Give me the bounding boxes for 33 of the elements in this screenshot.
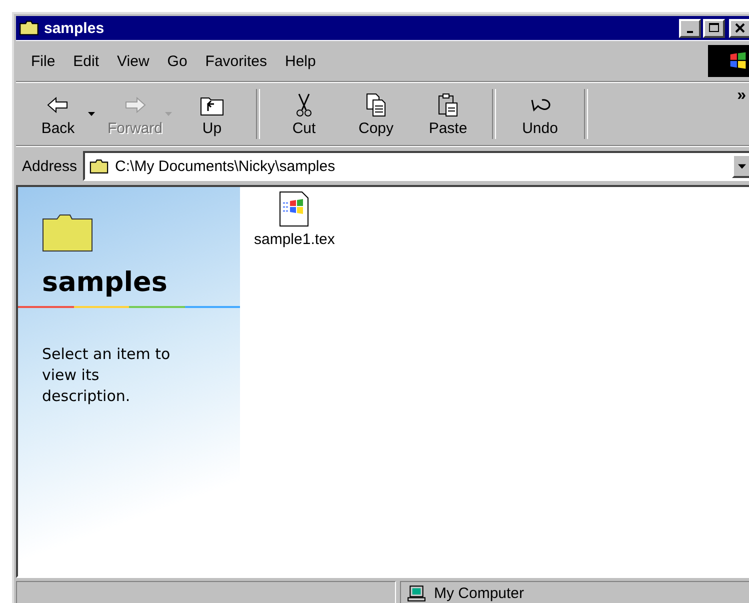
window-title: samples [44, 20, 106, 36]
close-icon [735, 23, 745, 33]
toolbar-button[interactable]: Paste [412, 92, 484, 136]
dropdown-button[interactable] [732, 154, 749, 178]
document-icon [278, 191, 310, 227]
toolbar-button[interactable]: Cut [268, 92, 340, 136]
menu-item[interactable]: Help [276, 52, 325, 70]
address-field[interactable]: C:\My Documents\Nicky\samples [83, 151, 749, 181]
file-name[interactable]: sample1.tex [252, 231, 337, 248]
caret-icon [738, 164, 746, 168]
menu-item[interactable]: Edit [64, 52, 108, 70]
menu-item[interactable]: Go [158, 52, 196, 70]
more-button[interactable]: » [737, 87, 746, 105]
maximize-icon [709, 23, 719, 33]
dropdown-arrow-icon[interactable] [88, 112, 95, 116]
toolbar-button[interactable]: Undo [504, 92, 576, 136]
location-text: My Computer [434, 584, 524, 602]
address-label: Address [22, 158, 78, 174]
toolbar-button[interactable]: Back [22, 92, 94, 136]
folder-icon [89, 158, 110, 174]
minimize-icon [687, 30, 693, 32]
folder-title: samples [42, 267, 168, 298]
toolbar-button[interactable]: Copy [340, 92, 412, 136]
menu-item[interactable]: File [22, 52, 64, 70]
folder-icon [19, 20, 39, 36]
close-button[interactable] [729, 18, 749, 38]
toolbar-button[interactable]: Up [176, 92, 248, 136]
minimize-button[interactable] [679, 18, 701, 38]
maximize-button[interactable] [703, 18, 725, 38]
menu-item[interactable]: View [108, 52, 158, 70]
menu-item[interactable]: Favorites [196, 52, 276, 70]
folder-icon [42, 213, 94, 253]
description-text: Select an item to view its description. [42, 344, 172, 407]
